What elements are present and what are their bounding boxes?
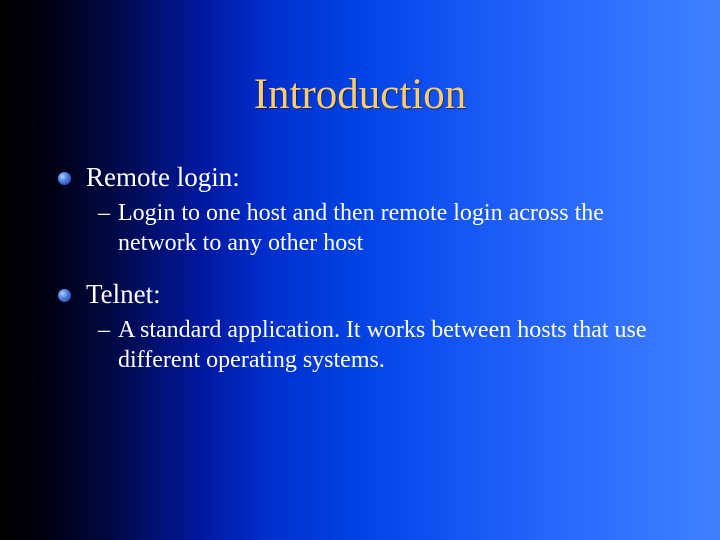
sub-bullet-text: A standard application. It works between… (118, 317, 647, 372)
sub-bullet-item: – A standard application. It works betwe… (98, 316, 670, 375)
dash-icon: – (98, 199, 110, 228)
slide-title: Introduction (0, 70, 720, 119)
bullet-dot-icon (58, 172, 71, 185)
slide-content: Remote login: – Login to one host and th… (58, 161, 680, 375)
sub-bullet-text: Login to one host and then remote login … (118, 200, 604, 255)
slide: Introduction Remote login: – Login to on… (0, 0, 720, 540)
bullet-dot-icon (58, 289, 71, 302)
bullet-label: Telnet: (86, 279, 161, 309)
sub-bullet-item: – Login to one host and then remote logi… (98, 199, 670, 258)
dash-icon: – (98, 316, 110, 345)
bullet-item: Telnet: (58, 278, 680, 310)
bullet-item: Remote login: (58, 161, 680, 193)
bullet-label: Remote login: (86, 162, 240, 192)
